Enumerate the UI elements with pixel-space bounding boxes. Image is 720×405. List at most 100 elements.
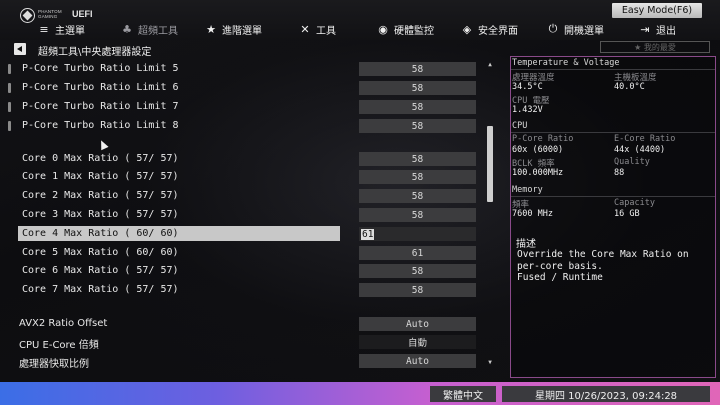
- divider: [511, 196, 715, 197]
- setting-label: Core 2 Max Ratio ( 57/ 57): [22, 190, 179, 201]
- favorites-button[interactable]: ★ 我的最愛: [600, 41, 710, 53]
- row-bullet: [8, 83, 11, 93]
- setting-row-core-6[interactable]: Core 6 Max Ratio ( 57/ 57) 58: [0, 263, 480, 280]
- ecore-ratio-label: E-Core Ratio: [614, 134, 676, 144]
- ecore-ratio-value: 44x (4400): [614, 145, 666, 155]
- setting-label: Core 4 Max Ratio ( 60/ 60): [22, 228, 179, 239]
- quality-value: 88: [614, 168, 625, 178]
- setting-value[interactable]: Auto: [359, 354, 476, 368]
- mouse-cursor-icon: [97, 138, 109, 151]
- mb-temp-value: 40.0°C: [614, 82, 645, 92]
- setting-value[interactable]: 自動: [359, 335, 476, 349]
- star-icon: ★: [206, 22, 216, 36]
- language-button[interactable]: 繁體中文: [430, 386, 496, 402]
- divider: [511, 132, 715, 133]
- setting-value[interactable]: 58: [359, 170, 476, 184]
- setting-label: P-Core Turbo Ratio Limit 8: [22, 120, 179, 131]
- setting-label: P-Core Turbo Ratio Limit 7: [22, 101, 179, 112]
- divider: [511, 69, 715, 70]
- tab-advanced[interactable]: ★ 進階選單: [204, 20, 262, 38]
- back-arrow-icon[interactable]: [14, 43, 26, 55]
- setting-row-core-7[interactable]: Core 7 Max Ratio ( 57/ 57) 58: [0, 282, 480, 299]
- setting-row-core-3[interactable]: Core 3 Max Ratio ( 57/ 57) 58: [0, 207, 480, 224]
- pcore-ratio-label: P-Core Ratio: [512, 134, 574, 144]
- row-bullet: [8, 64, 11, 74]
- logo-brand-line2: GAMING: [38, 14, 58, 19]
- setting-value-text: 61: [361, 228, 375, 240]
- tab-hardware-monitor[interactable]: ◉ 硬體監控: [376, 20, 434, 38]
- setting-label: Core 1 Max Ratio ( 57/ 57): [22, 171, 179, 182]
- main-nav: ≡ 主選單 ♣ 超頻工具 ★ 進階選單 ✕ 工具 ◉ 硬體監控 ◈ 安全界面 ⏻ 開機選單 ⇥…: [0, 20, 720, 38]
- setting-label: 處理器快取比例: [19, 359, 89, 370]
- setting-label: Core 7 Max Ratio ( 57/ 57): [22, 284, 179, 295]
- power-icon: ⏻: [548, 22, 558, 35]
- setting-row-core-5[interactable]: Core 5 Max Ratio ( 60/ 60) 61: [0, 245, 480, 262]
- setting-row-pcore-limit-6[interactable]: P-Core Turbo Ratio Limit 6 58: [0, 80, 480, 97]
- pcore-ratio-value: 60x (6000): [512, 145, 564, 155]
- setting-label: P-Core Turbo Ratio Limit 6: [22, 82, 179, 93]
- setting-label: Core 0 Max Ratio ( 57/ 57): [22, 153, 179, 164]
- setting-value[interactable]: 61: [359, 246, 476, 260]
- cpu-voltage-value: 1.432V: [512, 105, 543, 115]
- setting-value[interactable]: 58: [359, 100, 476, 114]
- memory-section-title: Memory: [512, 185, 543, 195]
- datetime-display: 星期四 10/26/2023, 09:24:28: [502, 386, 710, 402]
- setting-value[interactable]: 58: [359, 264, 476, 278]
- oc-tweaker-icon: ♣: [122, 22, 132, 36]
- setting-row-ecore-ratio[interactable]: CPU E-Core 倍頻 自動: [0, 334, 480, 351]
- setting-value-editing[interactable]: 61: [359, 227, 476, 241]
- tools-icon: ✕: [300, 22, 310, 36]
- tab-main[interactable]: ≡ 主選單: [37, 20, 85, 38]
- setting-row-core-0[interactable]: Core 0 Max Ratio ( 57/ 57) 58: [0, 151, 480, 168]
- description-text: Override the Core Max Ratio on per-core …: [517, 249, 689, 283]
- row-bullet: [8, 121, 11, 131]
- breadcrumb: 超頻工具\中央處理器設定: [38, 47, 152, 58]
- tab-oc-tweaker[interactable]: ♣ 超頻工具: [120, 20, 178, 38]
- setting-row-cache-ratio[interactable]: 處理器快取比例 Auto: [0, 353, 480, 370]
- quality-label: Quality: [614, 157, 650, 167]
- temp-voltage-title: Temperature & Voltage: [512, 58, 620, 68]
- tab-security[interactable]: ◈ 安全界面: [460, 20, 518, 38]
- setting-row-avx2-offset[interactable]: AVX2 Ratio Offset Auto: [0, 316, 480, 333]
- setting-label: Core 5 Max Ratio ( 60/ 60): [22, 247, 179, 258]
- setting-label: Core 6 Max Ratio ( 57/ 57): [22, 265, 179, 276]
- setting-label: Core 3 Max Ratio ( 57/ 57): [22, 209, 179, 220]
- setting-row-pcore-limit-7[interactable]: P-Core Turbo Ratio Limit 7 58: [0, 99, 480, 116]
- setting-row-core-2[interactable]: Core 2 Max Ratio ( 57/ 57) 58: [0, 188, 480, 205]
- easy-mode-button[interactable]: Easy Mode(F6): [612, 3, 702, 18]
- setting-value[interactable]: 58: [359, 119, 476, 133]
- row-bullet: [8, 102, 11, 112]
- scroll-up-icon[interactable]: ▲: [487, 62, 493, 68]
- setting-label: P-Core Turbo Ratio Limit 5: [22, 63, 179, 74]
- menu-icon: ≡: [39, 22, 49, 36]
- scrollbar[interactable]: ▲ ▼: [487, 62, 493, 367]
- shield-icon: ◈: [462, 22, 472, 36]
- logo-uefi-text: UEFI: [72, 9, 93, 19]
- setting-row-pcore-limit-5[interactable]: P-Core Turbo Ratio Limit 5 58: [0, 61, 480, 78]
- setting-value[interactable]: 58: [359, 62, 476, 76]
- setting-row-pcore-limit-8[interactable]: P-Core Turbo Ratio Limit 8 58: [0, 118, 480, 135]
- setting-value[interactable]: Auto: [359, 317, 476, 331]
- setting-value[interactable]: 58: [359, 283, 476, 297]
- setting-value[interactable]: 58: [359, 152, 476, 166]
- setting-row-core-4-selected[interactable]: Core 4 Max Ratio ( 60/ 60) 61: [0, 226, 480, 243]
- monitor-icon: ◉: [378, 22, 388, 36]
- tab-tool[interactable]: ✕ 工具: [298, 20, 336, 38]
- setting-value[interactable]: 58: [359, 208, 476, 222]
- top-bar: PHANTOM GAMING UEFI ≡ 主選單 ♣ 超頻工具 ★ 進階選單 ✕ 工具…: [0, 0, 720, 40]
- scroll-down-icon[interactable]: ▼: [487, 360, 493, 366]
- tab-boot[interactable]: ⏻ 開機選單: [546, 20, 604, 38]
- info-panel: Temperature & Voltage 處理器溫度 34.5°C 主機板溫度…: [510, 56, 716, 378]
- setting-value[interactable]: 58: [359, 81, 476, 95]
- scrollbar-thumb[interactable]: [487, 126, 493, 202]
- description-title: 描述: [516, 239, 536, 250]
- tab-exit[interactable]: ⇥ 退出: [638, 20, 676, 38]
- memory-capacity-label: Capacity: [614, 198, 655, 208]
- setting-label: AVX2 Ratio Offset: [19, 318, 108, 329]
- setting-label: CPU E-Core 倍頻: [19, 340, 99, 351]
- memory-freq-value: 7600 MHz: [512, 209, 553, 219]
- memory-capacity-value: 16 GB: [614, 209, 640, 219]
- setting-row-core-1[interactable]: Core 1 Max Ratio ( 57/ 57) 58: [0, 169, 480, 186]
- setting-value[interactable]: 58: [359, 189, 476, 203]
- bclk-value: 100.000MHz: [512, 168, 564, 178]
